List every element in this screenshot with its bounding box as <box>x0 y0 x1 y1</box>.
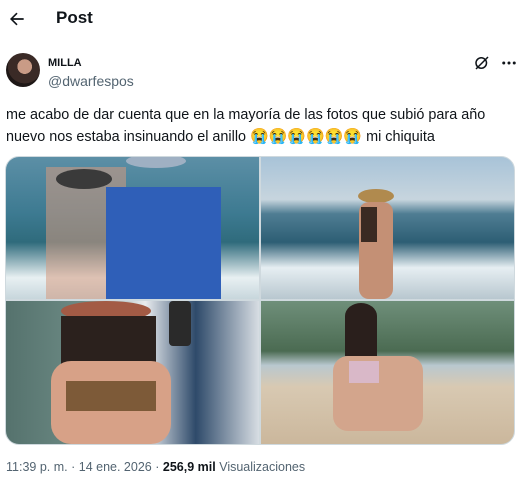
post-meta: 11:39 p. m. · 14 ene. 2026 · 256,9 mil V… <box>6 460 305 474</box>
more-icon[interactable] <box>500 54 518 72</box>
photo-3[interactable] <box>6 301 259 444</box>
views-count: 256,9 mil <box>162 460 216 474</box>
arrow-left-icon[interactable] <box>7 9 27 29</box>
meta-separator-2: · <box>155 460 160 474</box>
post-text: me acabo de dar cuenta que en la mayoría… <box>6 104 516 148</box>
grok-icon[interactable] <box>473 54 491 72</box>
photo-4[interactable] <box>261 301 514 444</box>
photo-1[interactable] <box>6 157 259 299</box>
page-title: Post <box>56 8 93 27</box>
author-name[interactable]: MILLA <box>48 57 82 69</box>
photo-2[interactable] <box>261 157 514 299</box>
meta-separator: · <box>71 460 76 474</box>
avatar[interactable] <box>6 53 40 87</box>
post-time[interactable]: 11:39 p. m. <box>6 460 68 474</box>
top-bar: Post <box>0 0 522 38</box>
views-label: Visualizaciones <box>219 460 306 474</box>
post-text-tail: mi chiquita <box>366 129 435 145</box>
media-grid <box>5 156 515 445</box>
post-date[interactable]: 14 ene. 2026 <box>79 460 152 474</box>
author-handle[interactable]: @dwarfespos <box>48 73 134 89</box>
post-emojis: 😭😭😭😭😭😭 <box>250 128 363 145</box>
